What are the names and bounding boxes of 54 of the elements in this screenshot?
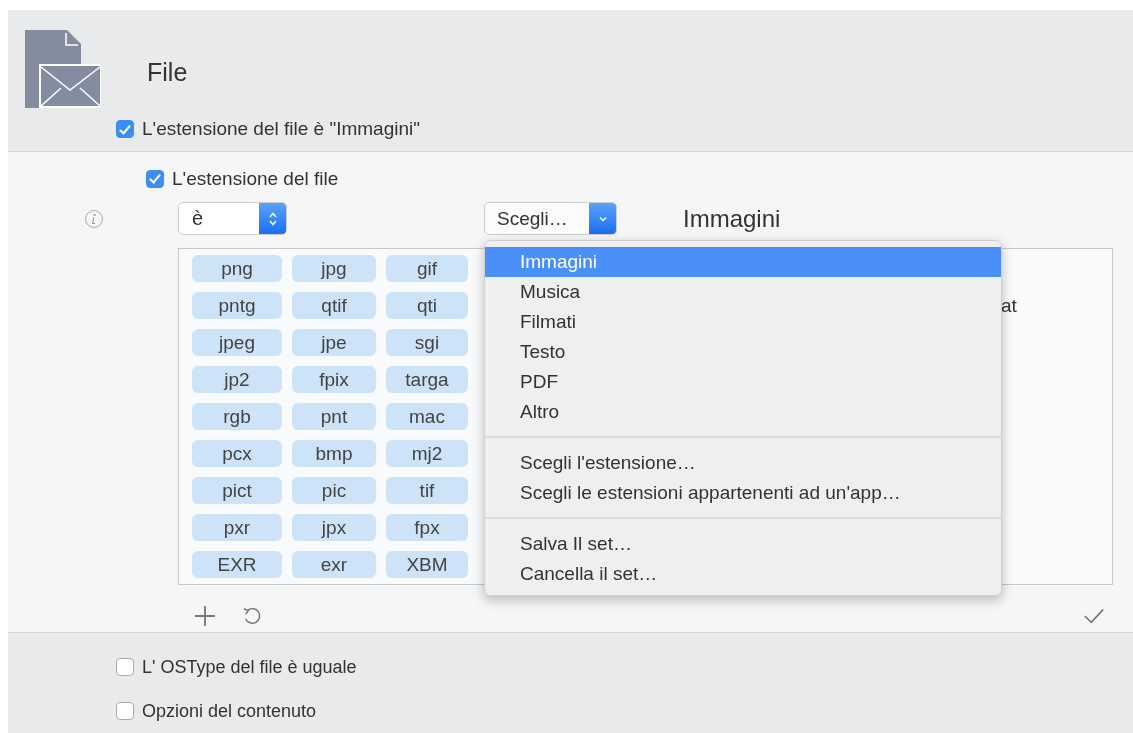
- extension-tag[interactable]: sgi: [386, 328, 468, 356]
- extension-tag[interactable]: pxr: [192, 513, 282, 541]
- chevron-down-icon: [597, 214, 608, 223]
- extension-tag[interactable]: XBM: [386, 550, 468, 578]
- extension-tag[interactable]: jpe: [292, 328, 376, 356]
- extension-tag[interactable]: rgb: [192, 402, 282, 430]
- extension-tag[interactable]: jpeg: [192, 328, 282, 356]
- extension-tag[interactable]: fpix: [292, 365, 376, 393]
- extension-tag[interactable]: fpx: [386, 513, 468, 541]
- menu-item[interactable]: Cancella il set…: [485, 558, 1001, 589]
- checkbox-label: Opzioni del contenuto: [142, 700, 317, 722]
- menu-item[interactable]: Musica: [485, 276, 1001, 307]
- checkbox[interactable]: [116, 702, 134, 720]
- checkbox[interactable]: [116, 658, 134, 676]
- cut-text: at: [1001, 294, 1017, 317]
- plus-icon[interactable]: [194, 604, 216, 627]
- checkbox-label: L'estensione del file è "Immagini": [142, 118, 420, 140]
- checkbox[interactable]: [146, 169, 164, 188]
- menu-item[interactable]: Filmati: [485, 306, 1001, 337]
- menu-item[interactable]: Altro: [485, 396, 1001, 427]
- menu-item[interactable]: Scegli l'estensione…: [485, 447, 1001, 478]
- extension-tag[interactable]: png: [192, 254, 282, 282]
- extension-tag[interactable]: jpx: [292, 513, 376, 541]
- file-mail-icon: [25, 30, 101, 108]
- extension-tag[interactable]: pic: [292, 476, 376, 504]
- extension-tag[interactable]: pict: [192, 476, 282, 504]
- extension-tag[interactable]: mac: [386, 402, 468, 430]
- extension-tag[interactable]: pntg: [192, 291, 282, 319]
- menu-item[interactable]: Salva Il set…: [485, 528, 1001, 559]
- set-name: Immagini: [683, 204, 781, 233]
- checkbox[interactable]: [116, 120, 134, 138]
- extension-tag[interactable]: bmp: [292, 439, 376, 467]
- menu-item[interactable]: Testo: [485, 336, 1001, 367]
- extension-tag[interactable]: pnt: [292, 402, 376, 430]
- checkbox-label: L' OSType del file è uguale: [142, 656, 357, 678]
- extension-tag[interactable]: exr: [292, 550, 376, 578]
- section-title: File: [147, 57, 188, 87]
- extension-tag[interactable]: gif: [386, 254, 468, 282]
- operator-select[interactable]: è: [178, 202, 287, 235]
- extension-tag[interactable]: mj2: [386, 439, 468, 467]
- set-popup-button[interactable]: Scegli…: [484, 202, 617, 235]
- info-icon[interactable]: [84, 208, 104, 229]
- extension-tag[interactable]: tif: [386, 476, 468, 504]
- extension-tag[interactable]: qti: [386, 291, 468, 319]
- extension-tag[interactable]: jpg: [292, 254, 376, 282]
- extension-tag[interactable]: qtif: [292, 291, 376, 319]
- menu-item[interactable]: PDF: [485, 366, 1001, 397]
- extension-tag[interactable]: jp2: [192, 365, 282, 393]
- checkbox-label: L'estensione del file: [172, 167, 339, 190]
- extension-tag[interactable]: targa: [386, 365, 468, 393]
- extension-tag[interactable]: pcx: [192, 439, 282, 467]
- menu-item[interactable]: Scegli le estensioni appartenenti ad un'app…: [485, 477, 1001, 508]
- extension-tag[interactable]: EXR: [192, 550, 282, 578]
- undo-icon[interactable]: [242, 605, 262, 626]
